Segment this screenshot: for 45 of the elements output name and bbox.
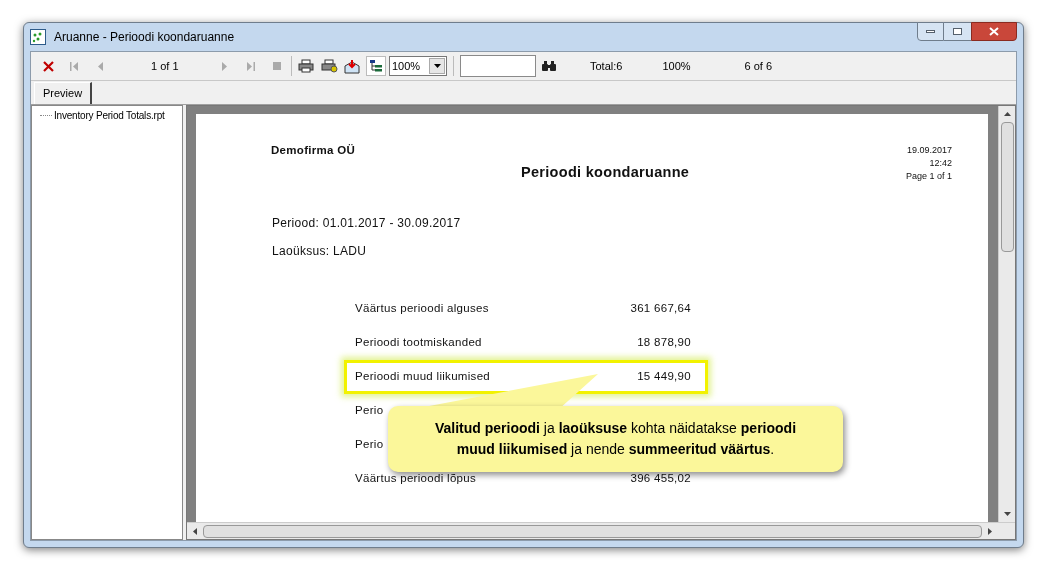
row-value: 361 667,64 (630, 301, 691, 317)
zoom-percent: 100% (662, 58, 691, 74)
report-time: 12:42 (929, 157, 952, 170)
export-icon[interactable] (343, 57, 361, 75)
scroll-up-icon[interactable] (1003, 112, 1011, 116)
maximize-button[interactable] (944, 22, 971, 41)
zoom-dropdown[interactable]: 100% (389, 56, 447, 76)
minimize-button[interactable] (917, 22, 944, 41)
printer-icon[interactable] (297, 57, 315, 75)
page-number: Page 1 of 1 (905, 170, 952, 183)
page-indicator: 1 of 1 (151, 58, 180, 74)
scrollbar-thumb[interactable] (1000, 122, 1014, 252)
scrollbar-thumb[interactable] (203, 524, 982, 538)
printer-setup-icon[interactable] (320, 57, 338, 75)
tab[interactable]: Preview (34, 82, 93, 104)
window-title: Aruanne - Perioodi koondaruanne (54, 29, 235, 46)
row-label: Väärtus perioodi lõpus (355, 471, 477, 487)
callout-text: Valitud perioodi ja laoüksuse kohta näidatakse perioodi muud liikumised ja nende summeeritud väärtus. (434, 420, 797, 457)
row-value: 15 449,90 (637, 369, 691, 385)
row-label: Perio (355, 437, 384, 453)
report-date: 19.09.2017 (906, 144, 952, 157)
scroll-right-icon[interactable] (988, 527, 992, 535)
row-value: 396 455,02 (630, 471, 691, 487)
row-label: Perio (355, 403, 384, 419)
scroll-left-icon[interactable] (193, 527, 197, 535)
row-label: Perioodi tootmiskanded (355, 335, 482, 351)
close-icon (989, 27, 999, 36)
search-field[interactable] (460, 55, 536, 77)
row-label: Väärtus perioodi alguses (355, 301, 489, 317)
warehouse-text: Laoüksus: LADU (272, 242, 368, 260)
group-tree-icon[interactable] (366, 56, 386, 76)
caret-icon (433, 64, 441, 68)
period-text: Periood: 01.01.2017 - 30.09.2017 (272, 214, 462, 232)
row-label: Perioodi muud liikumised (355, 369, 491, 385)
app-icon (30, 29, 46, 45)
scroll-down-icon[interactable] (1003, 512, 1011, 516)
row-value: 18 878,90 (637, 335, 691, 351)
horizontal-scrollbar[interactable] (187, 522, 1015, 539)
tree-item[interactable]: Inventory Period Totals.rpt (54, 108, 165, 123)
company-name: Demofirma OÜ (271, 143, 357, 158)
vertical-scrollbar[interactable] (998, 106, 1015, 522)
match-count: 6 of 6 (744, 58, 773, 74)
close-button[interactable] (971, 22, 1017, 41)
total-count: Total:6 (590, 58, 623, 74)
report-title: Perioodi koondaruanne (521, 163, 690, 182)
